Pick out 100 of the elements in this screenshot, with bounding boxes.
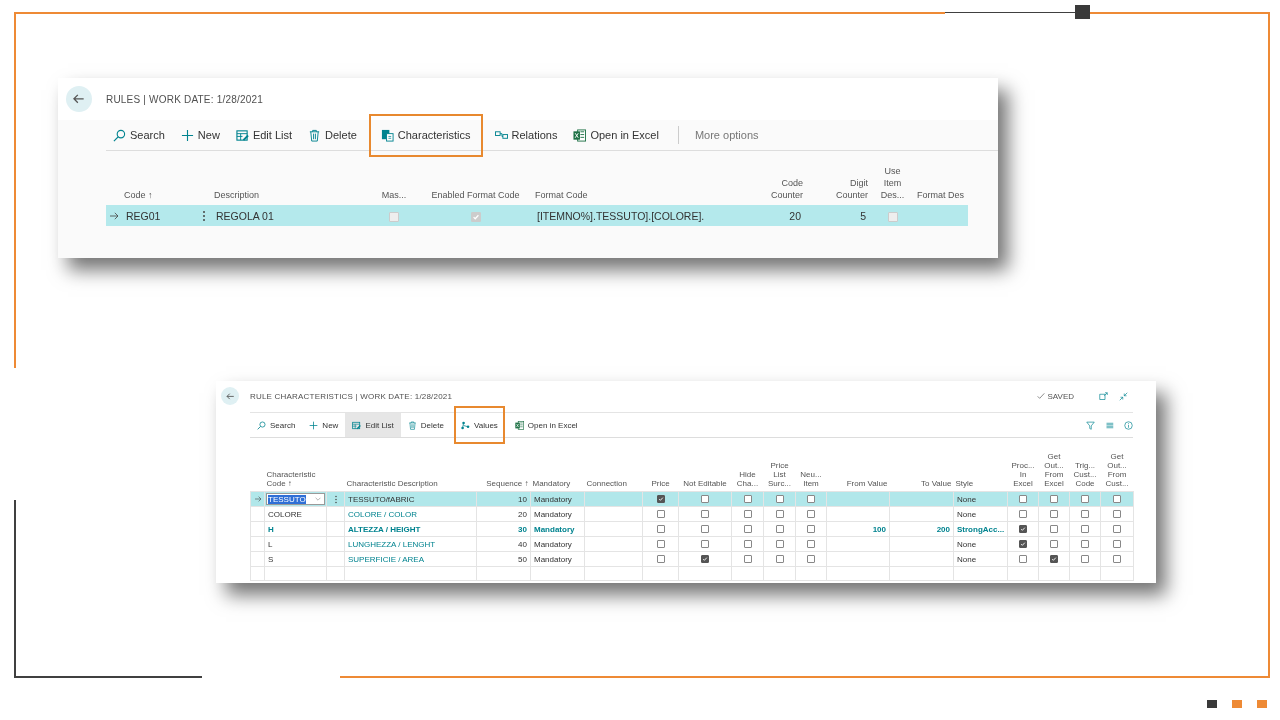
checkbox[interactable]	[1081, 495, 1089, 504]
column-header[interactable]: Characteristic Code ↑	[266, 470, 325, 488]
checkbox[interactable]	[775, 510, 784, 519]
checkbox[interactable]	[1050, 495, 1058, 504]
checkbox[interactable]	[1113, 510, 1121, 519]
table-row[interactable]: REG01 REGOLA 01 [ITEMNO%].TESSUTO].[COLORE]. 20 5	[106, 205, 968, 226]
checkbox[interactable]	[1019, 495, 1027, 504]
column-header[interactable]: Neu... Item	[797, 470, 825, 488]
trash-icon	[308, 128, 321, 142]
checkbox[interactable]	[743, 510, 752, 519]
checkbox[interactable]	[1113, 540, 1121, 549]
characteristics-button[interactable]: Characteristics	[368, 113, 483, 157]
column-header[interactable]: Trig... Cust... Code	[1071, 461, 1099, 488]
checkbox[interactable]	[775, 555, 784, 564]
checkbox[interactable]	[743, 495, 752, 504]
checkbox[interactable]	[775, 525, 784, 534]
checkbox[interactable]	[701, 540, 709, 549]
column-header[interactable]: Description	[214, 189, 368, 201]
checkbox[interactable]	[807, 495, 815, 504]
checkbox[interactable]	[656, 555, 665, 564]
checkbox[interactable]	[1050, 525, 1058, 534]
values-button[interactable]: Values	[453, 406, 505, 444]
checkbox[interactable]	[1113, 495, 1121, 504]
checkbox[interactable]	[656, 540, 665, 549]
column-header[interactable]: Price List Surc...	[765, 461, 794, 488]
column-header[interactable]: Get Out... From Excel	[1040, 452, 1068, 488]
checkbox[interactable]	[807, 540, 815, 549]
code-dropdown[interactable]: TESSUTO	[266, 493, 325, 505]
back-button[interactable]	[221, 387, 239, 405]
checkbox[interactable]	[1081, 525, 1089, 534]
search-button[interactable]: Search	[250, 413, 303, 437]
column-header[interactable]: Code ↑	[124, 189, 194, 201]
checkbox[interactable]	[656, 525, 665, 534]
column-header[interactable]: From Value	[828, 479, 888, 488]
table-row[interactable]: S SUPERFICIE / AREA 50 Mandatory None	[250, 551, 1134, 567]
filter-icon[interactable]	[1086, 420, 1095, 430]
column-header[interactable]: Characteristic Description	[346, 479, 475, 488]
column-header[interactable]: To Value	[891, 479, 952, 488]
checkbox[interactable]	[701, 495, 709, 504]
more-icon[interactable]	[202, 209, 206, 222]
checkbox[interactable]	[775, 495, 784, 504]
collapse-icon[interactable]	[1119, 391, 1128, 401]
checkbox[interactable]	[656, 495, 665, 504]
new-button[interactable]: New	[173, 120, 227, 150]
table-cell: Mandatory	[534, 494, 572, 504]
checkbox[interactable]	[1019, 555, 1027, 564]
checkbox[interactable]	[1050, 510, 1058, 519]
column-header[interactable]: Price	[644, 479, 677, 488]
checkbox[interactable]	[701, 555, 709, 564]
column-header[interactable]: Hide Cha...	[733, 470, 762, 488]
checkbox[interactable]	[1019, 525, 1027, 534]
checkbox[interactable]	[701, 510, 709, 519]
list-view-icon[interactable]	[1105, 420, 1114, 430]
edit-list-button[interactable]: Edit List	[345, 413, 401, 437]
checkbox[interactable]	[743, 525, 752, 534]
column-header[interactable]: Format Des	[917, 189, 966, 201]
delete-button[interactable]: Delete	[400, 413, 451, 437]
checkbox[interactable]	[1050, 540, 1058, 549]
column-header[interactable]: Mandatory	[532, 479, 583, 488]
checkbox[interactable]	[1081, 540, 1089, 549]
checkbox[interactable]	[1050, 555, 1058, 564]
column-header[interactable]: Get Out... From Cust...	[1102, 452, 1132, 488]
more-options-button[interactable]: More options	[680, 120, 766, 150]
column-header[interactable]: Connection	[586, 479, 641, 488]
column-header[interactable]: Sequence ↑	[478, 479, 529, 488]
column-header[interactable]: Style	[955, 479, 1006, 488]
checkbox[interactable]	[743, 540, 752, 549]
open-window-icon[interactable]	[1099, 391, 1108, 401]
info-icon[interactable]	[1124, 420, 1133, 430]
table-row[interactable]: COLORE COLORE / COLOR 20 Mandatory None	[250, 506, 1134, 522]
excel-button[interactable]: Open in Excel	[507, 413, 585, 437]
column-header[interactable]: Not Editable	[680, 479, 730, 488]
checkbox[interactable]	[1019, 510, 1027, 519]
checkbox[interactable]	[807, 510, 815, 519]
checkbox[interactable]	[656, 510, 665, 519]
checkbox[interactable]	[807, 555, 815, 564]
column-header[interactable]: Digit Counter	[807, 177, 868, 201]
column-header[interactable]: Code Counter	[725, 177, 803, 201]
checkbox[interactable]	[1113, 555, 1121, 564]
checkbox[interactable]	[743, 555, 752, 564]
relations-button[interactable]: Relations	[487, 120, 565, 150]
edit-list-button[interactable]: Edit List	[228, 120, 299, 150]
column-header[interactable]: Format Code	[535, 189, 721, 201]
excel-button[interactable]: Open in Excel	[566, 120, 666, 150]
more-icon[interactable]	[333, 494, 338, 504]
checkbox[interactable]	[775, 540, 784, 549]
table-row[interactable]: TESSUTO TESSUTO/fABRIC 10 Mandatory None	[250, 491, 1134, 507]
column-header[interactable]: Proc... In Excel	[1009, 461, 1037, 488]
checkbox[interactable]	[1019, 540, 1027, 549]
table-row[interactable]: L LUNGHEZZA / LENGHT 40 Mandatory None	[250, 536, 1134, 552]
checkbox[interactable]	[807, 525, 815, 534]
checkbox[interactable]	[1113, 525, 1121, 534]
new-button[interactable]: New	[302, 413, 346, 437]
checkbox[interactable]	[1081, 510, 1089, 519]
search-button[interactable]: Search	[106, 120, 172, 150]
back-button[interactable]	[66, 86, 92, 112]
checkbox[interactable]	[1081, 555, 1089, 564]
table-row[interactable]: H ALTEZZA / HEIGHT 30 Mandatory 100 200 StrongAcc...	[250, 521, 1134, 537]
delete-button[interactable]: Delete	[301, 120, 364, 150]
checkbox[interactable]	[701, 525, 709, 534]
